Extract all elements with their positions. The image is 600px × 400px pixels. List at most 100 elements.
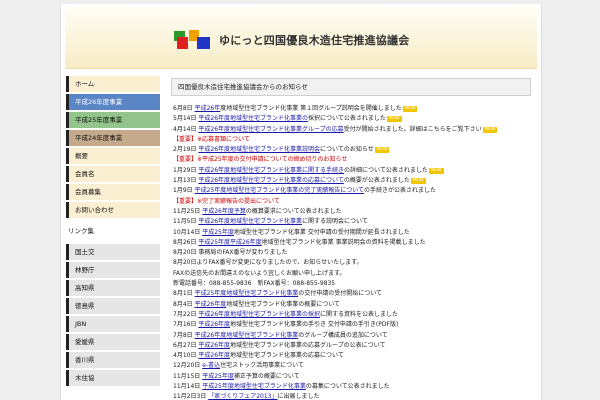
news-date: 7月16日: [173, 321, 197, 329]
sidebar-link[interactable]: JBN: [66, 316, 160, 332]
news-item: 8月26日 平成25年度平成26年度地域型住宅ブランド化事業 事業説明会の資料を…: [173, 238, 531, 248]
news-text: 地域型住宅ブランド化事業の応募グループの公表について: [230, 341, 386, 349]
logo-squares-icon: [174, 30, 210, 49]
news-date: 4月10日: [173, 352, 197, 360]
sidebar-link[interactable]: 国土交: [66, 244, 160, 260]
news-item: 11月25日 平成26年度予算の概算要求について公表されました: [173, 207, 531, 217]
news-link[interactable]: 平成26年度地域型住宅ブランド化事業の: [198, 115, 308, 122]
news-link[interactable]: 平成26年度地域型住宅ブランド化事業: [198, 218, 302, 225]
news-link[interactable]: 平成25年度地域型住宅ブランド化事業の完了実績報告について: [195, 187, 364, 194]
news-link[interactable]: 平成25年度平成26年度: [198, 239, 261, 246]
news-text: 受付が開始されました。詳細はこちらをご覧下さい: [343, 125, 482, 133]
sidebar-link[interactable]: 香川県: [66, 352, 160, 368]
sidebar-section-label: リンク集: [68, 227, 94, 235]
news-item: 7月22日 平成26年度地域型住宅ブランド化事業の採択に関する資料を公表しました: [173, 310, 531, 320]
news-date: 5月14日: [173, 115, 197, 123]
news-link[interactable]: 平成26年度地域型住宅ブランド化事業グループの応募: [198, 126, 343, 133]
news-text: 【重要】※完了実績報告の提出について: [173, 197, 280, 205]
news-heading: 四国優良木造住宅推進協議会からのお知らせ: [171, 78, 531, 96]
news-date: 6月8日: [173, 105, 193, 112]
news-date: 11月2日3日: [173, 393, 207, 400]
news-link[interactable]: 平成26年度地域型住宅ブランド化事業説明会: [198, 146, 320, 153]
new-badge: NEW: [428, 167, 444, 174]
news-item: 5月14日 平成26年度地域型住宅ブランド化事業の採択について公表されました NE…: [173, 114, 531, 124]
news-text: 度地域型住宅ブランド化事業 第１回グループ説明会を開催しました: [220, 105, 402, 112]
news-text: 地域型住宅ブランド化事業 事業説明会の資料を掲載しました: [261, 238, 426, 246]
news-link[interactable]: 平成25年度地域型住宅ブランド化事業: [195, 290, 299, 297]
news-link[interactable]: 平成26年度: [198, 352, 230, 359]
news-item: 2月19日 平成26年度地域型住宅ブランド化事業説明会についてのお知らせ NEW: [173, 145, 531, 155]
news-link[interactable]: 平成25年度: [202, 229, 234, 236]
news-text: の募集について公表されました: [305, 383, 390, 391]
news-date: 8月26日: [173, 238, 197, 246]
news-date: 11月5日: [173, 218, 197, 226]
news-item: 1月29日 平成26年度地域型住宅ブランド化事業に関する手続きの詳細について公表…: [173, 166, 531, 176]
news-text: に関する資料を公表しました: [320, 310, 399, 318]
news-date: 8月1日: [173, 290, 193, 298]
news-date: 8月4日: [173, 300, 193, 308]
news-date: 12月20日: [173, 362, 201, 370]
news-text: FAXの送信先のお間違えのないよう宜しくお願い申し上げます。: [173, 269, 346, 277]
news-item: 11月14日 平成25年度地域型住宅ブランド化事業の募集について公表されました: [173, 382, 531, 392]
news-link[interactable]: 平成26年: [195, 105, 221, 112]
site-header: ゆにっと四国優良木造住宅推進協議会: [65, 6, 537, 69]
news-date: 6月27日: [173, 341, 197, 349]
news-link[interactable]: 「家づくりフェア2013」: [208, 393, 277, 400]
news-item: 7月8日 平成26年度地域型住宅ブランド化事業のグループ構成員の追加について: [173, 331, 531, 341]
news-link[interactable]: 平成26年度地域型住宅ブランド化事業に関する手続き: [198, 167, 344, 174]
sidebar-item[interactable]: 会員募集: [66, 184, 160, 200]
news-date: 10月14日: [173, 228, 201, 236]
sidebar-item[interactable]: 概要: [66, 148, 160, 164]
news-date: 1月29日: [173, 166, 197, 174]
news-text: の詳細について公表されました: [344, 166, 428, 174]
news-text: の概要が公表されました: [343, 177, 410, 185]
news-item: FAXの送信先のお間違えのないよう宜しくお願い申し上げます。: [173, 269, 531, 279]
sidebar-item[interactable]: お問い合わせ: [66, 202, 160, 218]
news-link[interactable]: 平成26年度地域型住宅ブランド化事業: [195, 332, 299, 339]
sidebar-item[interactable]: 会員名: [66, 166, 160, 182]
sidebar-item[interactable]: 平成24年度事業: [66, 130, 160, 146]
news-text: 地域型住宅ブランド化事業の手引き 交付申請の手引き(PDF版): [230, 321, 399, 329]
news-text: に出展しました: [277, 393, 320, 400]
news-text: に関する説明会について: [302, 218, 368, 226]
news-link[interactable]: 平成26年度: [198, 342, 230, 349]
news-item: 11月15日 平成25年度補正予算の概要について: [173, 372, 531, 382]
news-link[interactable]: 平成25年度地域型住宅ブランド化事業: [202, 383, 306, 390]
new-badge: NEW: [482, 126, 498, 133]
news-link[interactable]: 平成25年度: [202, 373, 234, 380]
sidebar-item[interactable]: ホーム: [66, 76, 160, 92]
news-link[interactable]: 平成26年度: [195, 301, 227, 308]
new-badge: NEW: [402, 106, 418, 112]
news-link[interactable]: 平成26年度地域型住宅ブランド化事業の応募について: [198, 177, 343, 184]
news-item: 8月1日 平成25年度地域型住宅ブランド化事業の交付申請の受付開始について: [173, 289, 531, 299]
sidebar-link[interactable]: 木住協: [66, 370, 160, 386]
news-text: 8月20日よりFAX番号が変更になりましたので、お知らせいたします。: [173, 259, 363, 267]
sidebar-link[interactable]: 愛媛県: [66, 334, 160, 350]
news-date: 11月15日: [173, 372, 201, 380]
news-item: 8月4日 平成26年度地域型住宅ブランド化事業の概要について: [173, 300, 531, 310]
news-item: 8月20日 事務局のFAX番号が変わりました: [173, 248, 531, 258]
news-text: 地域型住宅ブランド化事業の応募について: [230, 352, 344, 360]
site-logo[interactable]: ゆにっと四国優良木造住宅推進協議会: [173, 28, 409, 52]
news-item: 新電話番号：088-855-9836 新FAX番号：088-855-9835: [173, 279, 531, 289]
news-text: についてのお知らせ: [320, 146, 374, 154]
news-date: 8月20日: [173, 249, 197, 257]
sidebar-item[interactable]: 平成26年度事業: [66, 94, 160, 110]
news-date: 11月25日: [173, 207, 201, 215]
news-item: 4月10日 平成26年度地域型住宅ブランド化事業の応募について: [173, 351, 531, 361]
news-text: の手続きが公表されました: [364, 187, 437, 195]
news-list: 6月8日 平成26年度地域型住宅ブランド化事業 第１回グループ説明会を開催しまし…: [171, 104, 531, 400]
sidebar-link[interactable]: 徳島県: [66, 298, 160, 314]
news-link[interactable]: 平成26年度予算: [202, 208, 246, 215]
sidebar-link[interactable]: 高知県: [66, 280, 160, 296]
news-link[interactable]: 平成26年度地域型住宅ブランド化事業の採択: [198, 311, 320, 318]
news-item: 11月5日 平成26年度地域型住宅ブランド化事業に関する説明会について: [173, 217, 531, 227]
news-item: 【重要】※応募書類について: [173, 135, 531, 145]
news-text: 地域型住宅ブランド化事業の概要について: [226, 300, 341, 308]
sidebar-item[interactable]: 平成25年度事業: [66, 112, 160, 128]
new-badge: NEW: [410, 178, 426, 185]
sidebar-link[interactable]: 林野庁: [66, 262, 160, 278]
news-link[interactable]: e-書込: [202, 362, 220, 369]
news-item: 6月27日 平成26年度地域型住宅ブランド化事業の応募グループの公表について: [173, 341, 531, 351]
news-link[interactable]: 平成26年度: [198, 321, 230, 328]
